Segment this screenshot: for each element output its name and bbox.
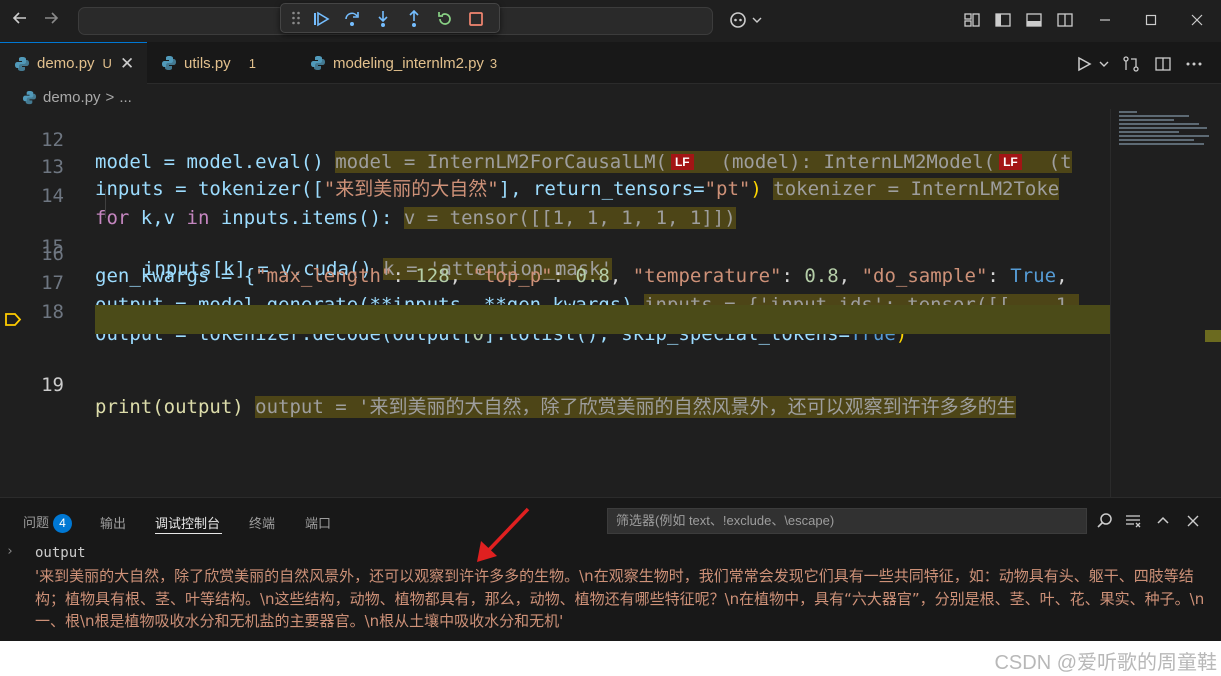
inline-value: output = '来到美丽的大自然，除了欣赏美丽的自然风景外，还可以观察到许许…	[255, 396, 1016, 418]
active-tab-indicator	[155, 533, 222, 534]
tab-modeling-internlm2-py[interactable]: modeling_internlm2.py 3	[296, 42, 536, 84]
git-status-badge: U	[102, 56, 112, 71]
breadcrumb-more[interactable]: ...	[119, 89, 132, 106]
tab-label: utils.py	[184, 54, 231, 72]
tab-label: demo.py	[37, 55, 95, 72]
console-expression: output	[35, 545, 86, 561]
python-file-icon	[311, 56, 325, 70]
forward-arrow-icon[interactable]	[40, 9, 62, 31]
code-text: print(output) output = '来到美丽的大自然，除了欣赏美丽的…	[95, 396, 1016, 418]
code-line-19: 19 print(output) output = '来到美丽的大自然，除了欣赏…	[0, 305, 1110, 418]
toggle-secondary-sidebar-icon[interactable]	[1055, 10, 1075, 30]
line-number: 19	[41, 374, 64, 396]
step-out-icon[interactable]	[403, 8, 425, 30]
maximize-icon[interactable]	[1141, 10, 1161, 30]
step-over-icon[interactable]	[341, 8, 363, 30]
toggle-primary-sidebar-icon[interactable]	[993, 10, 1013, 30]
code-editor[interactable]: 12 model = model.eval() model = InternLM…	[0, 109, 1110, 497]
minimize-icon[interactable]	[1095, 10, 1115, 30]
open-changes-icon[interactable]	[1120, 53, 1142, 75]
back-arrow-icon[interactable]	[9, 9, 31, 31]
stop-icon[interactable]	[465, 8, 487, 30]
customize-layout-icon[interactable]	[962, 10, 982, 30]
console-result: '来到美丽的大自然，除了欣赏美丽的自然风景外，还可以观察到许许多多的生物。\n在…	[35, 567, 1205, 630]
breadcrumb-separator: >	[105, 88, 115, 106]
debug-toolbar	[280, 3, 500, 33]
tab-label: modeling_internlm2.py	[333, 54, 484, 72]
tab-output[interactable]: 输出	[100, 513, 126, 532]
debug-current-line-arrow-icon[interactable]	[4, 312, 22, 327]
code-line-16: 16 gen_kwargs = {"max_length": 128, "top…	[0, 218, 1110, 287]
tab-problems[interactable]: 问题 4	[23, 512, 73, 533]
tab-utils-py[interactable]: utils.py 1	[147, 42, 292, 84]
tab-debug-console[interactable]: 调试控制台	[155, 513, 220, 532]
toggle-panel-icon[interactable]	[1024, 10, 1044, 30]
code-line-17: 17 output = model.generate(**inputs, **g…	[0, 247, 1110, 316]
step-into-icon[interactable]	[372, 8, 394, 30]
indent-guide	[105, 189, 106, 218]
search-icon[interactable]	[1094, 510, 1116, 532]
python-file-icon	[162, 56, 176, 70]
expand-caret-icon: ›	[6, 544, 14, 559]
footer-strip: CSDN @爱听歌的周童鞋	[0, 641, 1221, 676]
code-line-14: 14 for k,v in inputs.items(): v = tensor…	[0, 160, 1110, 229]
title-bar	[0, 0, 1221, 42]
clear-console-icon[interactable]	[1122, 510, 1144, 532]
breadcrumb[interactable]: demo.py > ...	[0, 85, 1221, 109]
problem-count-badge: 3	[489, 55, 498, 71]
close-window-icon[interactable]	[1187, 10, 1207, 30]
maximize-panel-icon[interactable]	[1152, 510, 1174, 532]
tab-demo-py[interactable]: demo.py U ✕	[0, 42, 147, 84]
minimap[interactable]	[1110, 109, 1221, 497]
more-actions-icon[interactable]	[1183, 53, 1205, 75]
code-line-13: 13 inputs = tokenizer(["来到美丽的大自然"], retu…	[0, 131, 1110, 200]
console-filter-input[interactable]: 筛选器(例如 text、!exclude、\escape)	[607, 508, 1087, 534]
copilot-icon[interactable]	[728, 10, 764, 30]
split-editor-icon[interactable]	[1152, 53, 1174, 75]
code-line-15: 15 inputs[k] = v.cuda() k = 'attention_m…	[0, 189, 1110, 280]
run-python-file-icon[interactable]	[1072, 53, 1112, 75]
problem-count-badge: 1	[248, 55, 256, 71]
tab-ports[interactable]: 端口	[305, 513, 331, 532]
watermark: CSDN @爱听歌的周童鞋	[994, 652, 1217, 674]
problems-count-badge: 4	[53, 514, 73, 533]
breadcrumb-file[interactable]: demo.py	[43, 89, 101, 106]
bottom-panel: 问题 4 输出 调试控制台 终端 端口 筛选器(例如 text、!exclude、…	[0, 497, 1221, 641]
code-line-18: 18 output = tokenizer.decode(output[0].t…	[0, 276, 1110, 345]
continue-icon[interactable]	[310, 8, 332, 30]
drag-grip-icon[interactable]	[291, 10, 301, 26]
close-panel-icon[interactable]	[1182, 510, 1204, 532]
editor-tabs: demo.py U ✕ utils.py 1 modeling_internlm…	[0, 42, 1221, 84]
tab-terminal[interactable]: 终端	[249, 513, 275, 532]
scrollbar-current-line-marker	[1205, 330, 1221, 342]
code-line-12: 12 model = model.eval() model = InternLM…	[0, 109, 1110, 173]
restart-icon[interactable]	[434, 8, 456, 30]
python-file-icon	[22, 90, 37, 104]
close-tab-icon[interactable]: ✕	[120, 54, 134, 74]
current-line-highlight	[95, 305, 1110, 334]
python-file-icon	[15, 56, 29, 71]
